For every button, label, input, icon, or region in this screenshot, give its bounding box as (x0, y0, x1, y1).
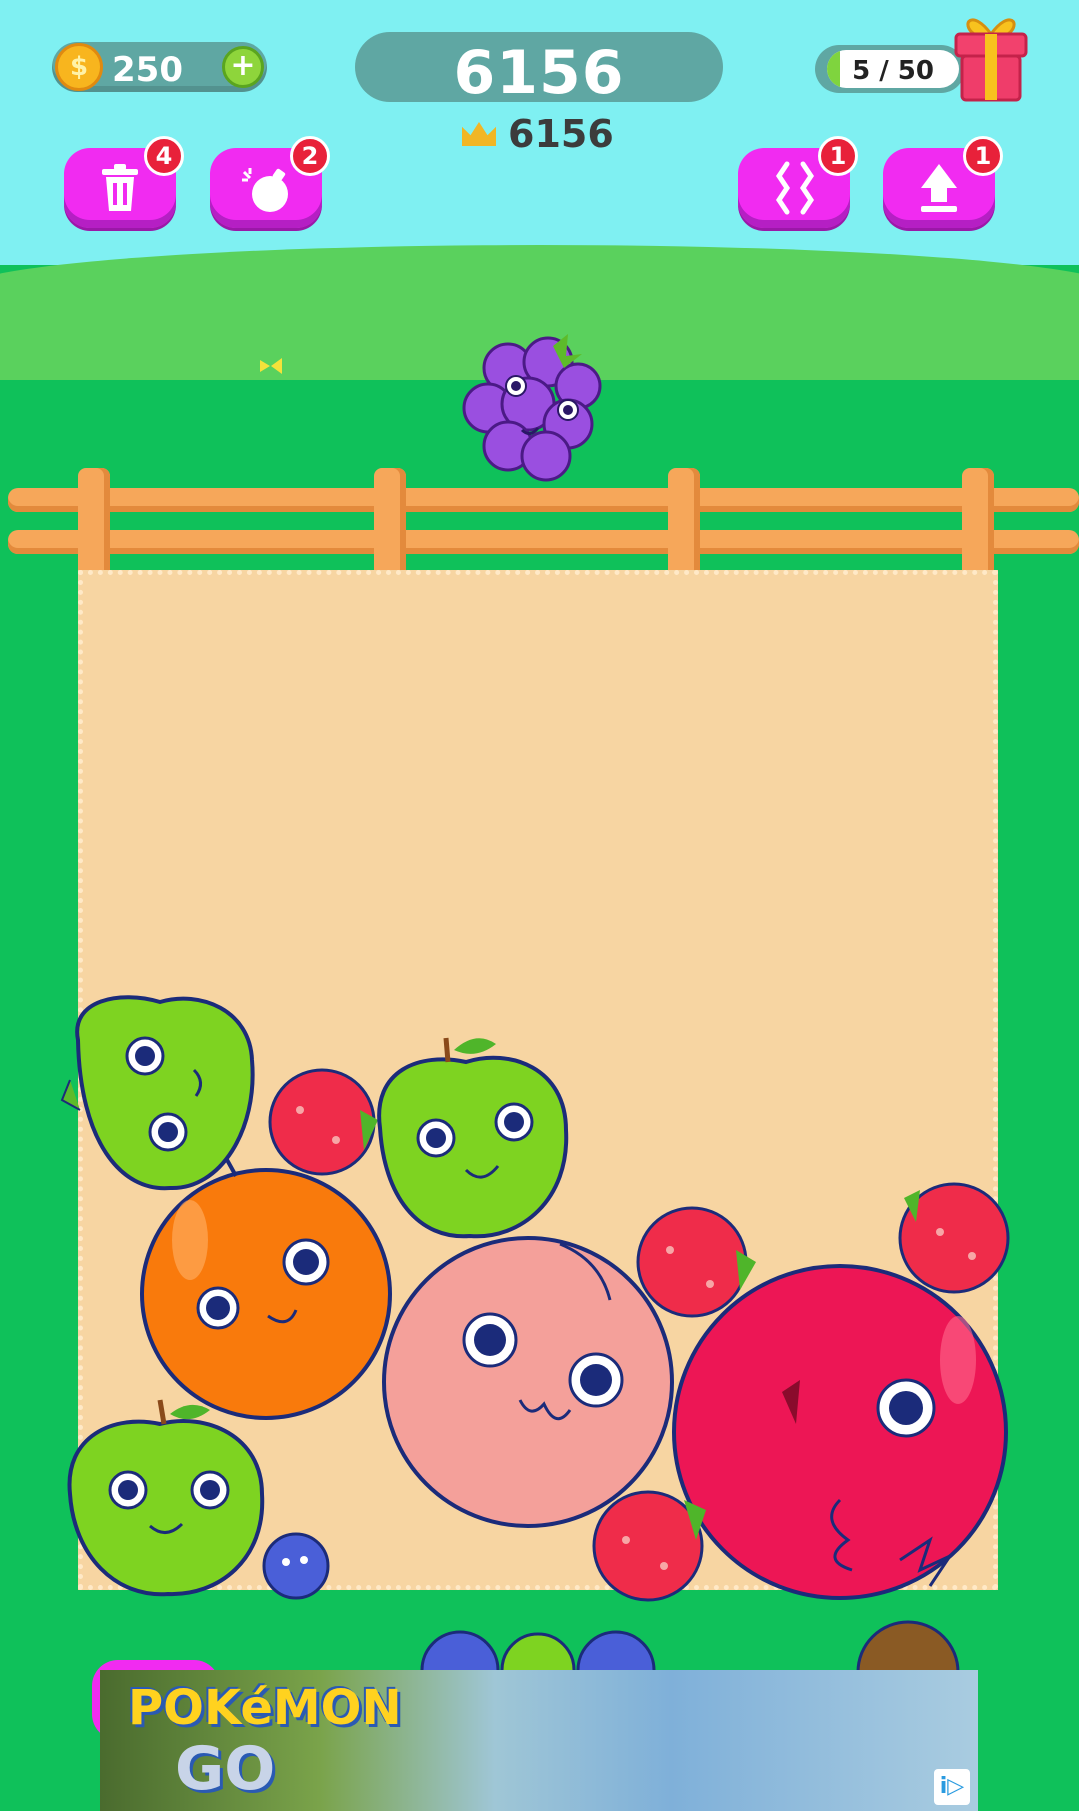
fruit-blueberry (262, 1532, 330, 1600)
fruit-strawberry (898, 1182, 1010, 1294)
ad-brand-line1: POKéMON (128, 1680, 402, 1736)
ad-info-icon[interactable]: i▷ (934, 1769, 970, 1805)
fruit-pomegranate (672, 1264, 1008, 1600)
fruit-strawberry (592, 1490, 706, 1602)
fruit-strawberry (268, 1068, 378, 1176)
fruit-peach (382, 1236, 674, 1528)
fruit-orange (140, 1157, 392, 1420)
ad-brand-line2: GO (175, 1734, 276, 1804)
fruit-green-apple (67, 1399, 265, 1597)
ad-banner[interactable]: POKéMON GO i▷ (100, 1670, 978, 1811)
fruit-green-apple (377, 1037, 569, 1239)
fruit-green-apple (60, 995, 255, 1191)
fruit-layer (60, 995, 1010, 1724)
